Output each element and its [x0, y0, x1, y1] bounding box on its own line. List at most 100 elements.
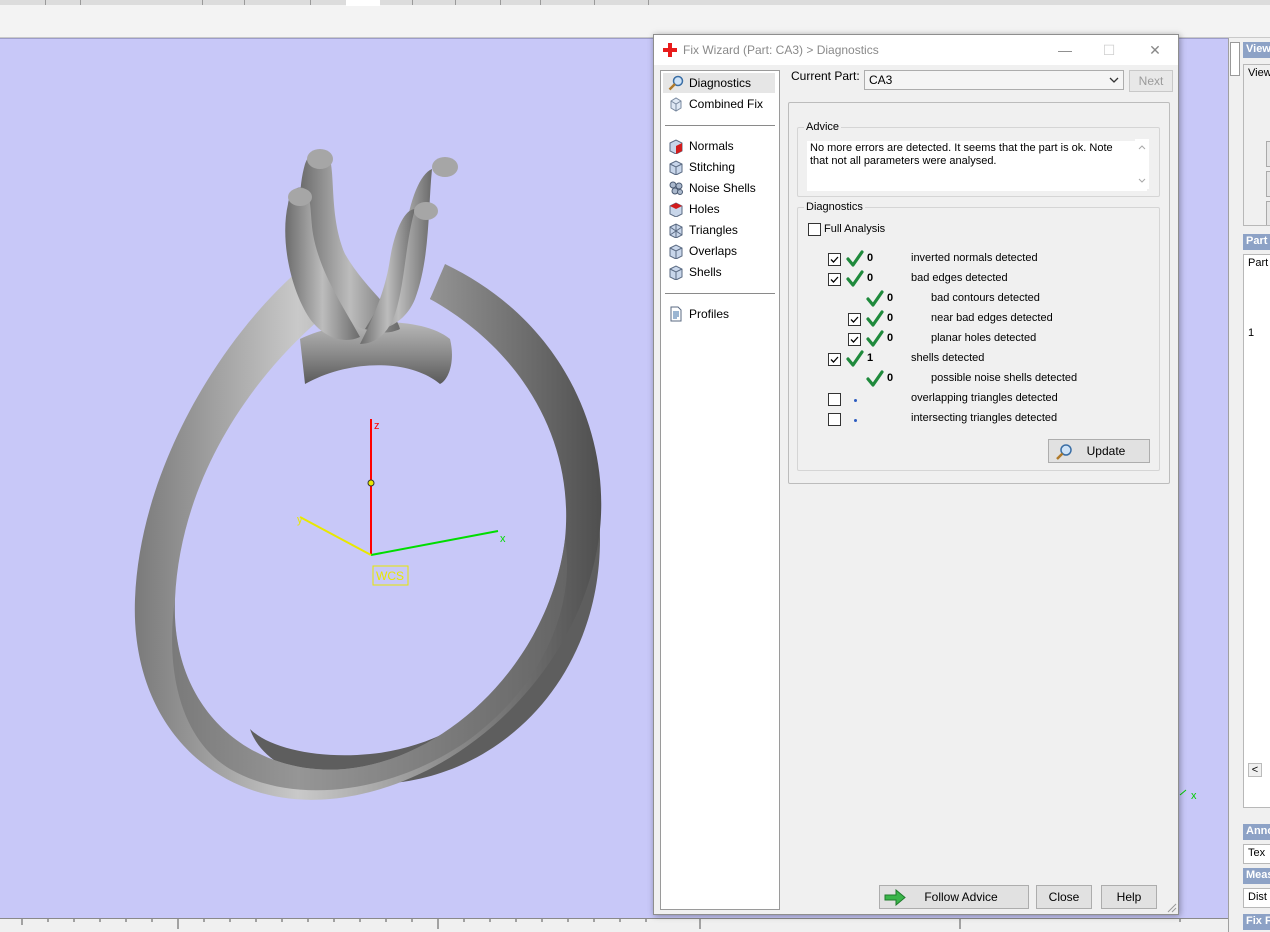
z-axis-label: z	[374, 420, 380, 432]
text-bad-contours: bad contours detected	[931, 292, 1040, 304]
distance-field[interactable]: Dist	[1243, 888, 1270, 908]
check-intersecting-triangles[interactable]	[828, 413, 841, 426]
text-field[interactable]: Tex	[1243, 844, 1270, 864]
combined-fix-icon	[670, 97, 682, 112]
nav-label: Normals	[689, 139, 734, 153]
nav-label: Overlaps	[689, 244, 738, 258]
ribbon-tab-active[interactable]	[346, 0, 380, 6]
text-noise-shells: possible noise shells detected	[931, 372, 1078, 384]
close-button[interactable]: Close	[1036, 885, 1092, 909]
view-button-2[interactable]	[1266, 171, 1270, 197]
help-button[interactable]: Help	[1101, 885, 1157, 909]
axis-pivot-point	[367, 479, 375, 487]
count-bad-contours: 0	[887, 292, 894, 304]
text-shells: shells detected	[911, 352, 985, 364]
part-row-number: 1	[1248, 327, 1255, 339]
next-button[interactable]: Next	[1129, 70, 1173, 92]
count-inverted-normals: 0	[867, 252, 874, 264]
shells-icon	[669, 265, 683, 280]
view-label: View	[1248, 67, 1270, 79]
maximize-button[interactable]: ☐	[1096, 40, 1122, 60]
nav-item-shells[interactable]: Shells	[663, 262, 775, 282]
dialog-title: Fix Wizard (Part: CA3) > Diagnostics	[683, 43, 879, 57]
dialog-titlebar[interactable]: Fix Wizard (Part: CA3) > Diagnostics — ☐…	[654, 35, 1178, 65]
fix-wizard-dialog: Fix Wizard (Part: CA3) > Diagnostics — ☐…	[653, 34, 1179, 915]
count-shells: 1	[867, 352, 874, 364]
part-panel-body: Part 1 <	[1243, 254, 1270, 808]
green-arrow-icon	[884, 889, 906, 906]
pin-icon[interactable]	[1230, 42, 1240, 76]
view-button-3[interactable]	[1266, 201, 1270, 225]
nav-label: Profiles	[689, 307, 730, 321]
main-toolbar	[0, 0, 1270, 38]
green-check-icon	[846, 350, 864, 367]
current-part-select[interactable]: CA3	[864, 70, 1124, 90]
wcs-label: WCS	[376, 569, 404, 583]
check-bad-edges[interactable]	[828, 273, 841, 286]
view-button-1[interactable]	[1266, 141, 1270, 167]
magnifier-icon	[1056, 444, 1072, 460]
nav-label: Triangles	[689, 223, 738, 237]
green-check-icon	[846, 250, 864, 267]
advice-legend: Advice	[806, 121, 840, 133]
ribbon-tab-strip	[0, 0, 1270, 6]
count-planar-holes: 0	[887, 332, 894, 344]
current-part-value: CA3	[869, 73, 893, 87]
nav-label: Noise Shells	[689, 181, 756, 195]
panel-header-measure[interactable]: Meas	[1243, 868, 1270, 884]
resize-grip-icon[interactable]	[1165, 901, 1177, 913]
overlaps-icon	[669, 244, 683, 259]
pending-dot-icon	[854, 399, 857, 402]
advice-scrollbar[interactable]	[1135, 139, 1149, 189]
right-dock-panel: View View Part Part 1 < Anno Tex Meas Di…	[1228, 38, 1270, 932]
count-bad-edges: 0	[867, 272, 874, 284]
panel-header-fix[interactable]: Fix F	[1243, 914, 1270, 930]
update-button[interactable]: Update	[1048, 439, 1150, 463]
document-icon	[670, 306, 682, 322]
update-label: Update	[1086, 444, 1126, 458]
text-overlapping-triangles: overlapping triangles detected	[911, 392, 1058, 404]
check-shells[interactable]	[828, 353, 841, 366]
red-cross-icon	[663, 43, 677, 57]
nav-item-profiles[interactable]: Profiles	[663, 304, 775, 324]
minimize-button[interactable]: —	[1052, 40, 1078, 60]
panel-header-part[interactable]: Part	[1243, 234, 1270, 250]
x-axis	[370, 530, 499, 556]
bottom-ruler	[0, 918, 1228, 932]
text-near-bad-edges: near bad edges detected	[931, 312, 1053, 324]
nav-label: Holes	[689, 202, 720, 216]
nav-item-noise-shells[interactable]: Noise Shells	[663, 178, 775, 198]
view-panel-body: View	[1243, 64, 1270, 226]
green-check-icon	[846, 270, 864, 287]
count-near-bad-edges: 0	[887, 312, 894, 324]
full-analysis-label: Full Analysis	[824, 223, 886, 235]
check-overlapping-triangles[interactable]	[828, 393, 841, 406]
mini-axis-x-label: x	[1191, 790, 1197, 802]
scroll-left-button[interactable]: <	[1248, 763, 1262, 777]
green-check-icon	[866, 290, 884, 307]
check-planar-holes[interactable]	[848, 333, 861, 346]
check-near-bad-edges[interactable]	[848, 313, 861, 326]
green-check-icon	[866, 330, 884, 347]
nav-item-holes[interactable]: Holes	[663, 199, 775, 219]
panel-header-annotations[interactable]: Anno	[1243, 824, 1270, 840]
nav-label: Diagnostics	[689, 76, 752, 90]
normals-icon	[669, 139, 683, 154]
panel-header-view[interactable]: View	[1243, 42, 1270, 58]
chevron-down-icon	[1109, 77, 1119, 83]
nav-item-normals[interactable]: Normals	[663, 136, 775, 156]
diagnostics-legend: Diagnostics	[806, 201, 863, 213]
nav-item-stitching[interactable]: Stitching	[663, 157, 775, 177]
check-inverted-normals[interactable]	[828, 253, 841, 266]
follow-advice-button[interactable]: Follow Advice	[879, 885, 1029, 909]
close-window-button[interactable]: ✕	[1142, 40, 1168, 60]
nav-label: Stitching	[689, 160, 736, 174]
count-noise-shells: 0	[887, 372, 894, 384]
text-inverted-normals: inverted normals detected	[911, 252, 1038, 264]
nav-item-diagnostics[interactable]: Diagnostics	[663, 73, 775, 93]
full-analysis-checkbox[interactable]	[808, 223, 821, 236]
green-check-icon	[866, 370, 884, 387]
nav-item-triangles[interactable]: Triangles	[663, 220, 775, 240]
nav-item-combined-fix[interactable]: Combined Fix	[663, 94, 775, 114]
nav-item-overlaps[interactable]: Overlaps	[663, 241, 775, 261]
